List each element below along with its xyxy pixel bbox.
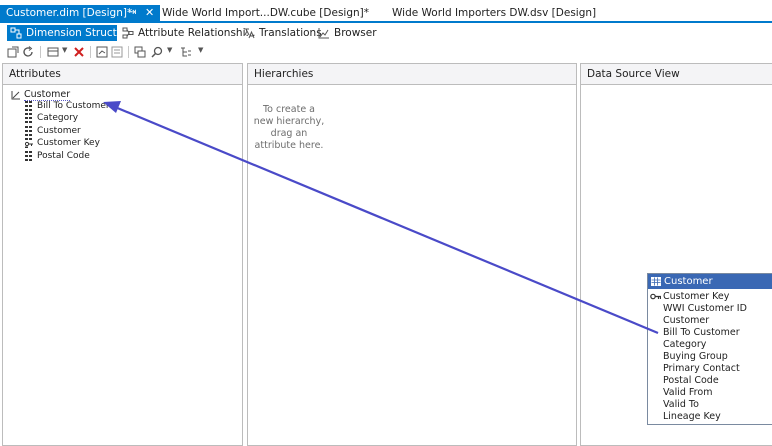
process-icon[interactable] [7,46,19,58]
attributes-pane[interactable]: Attributes Customer Bill To Customer Cat… [2,63,243,446]
hierarchies-pane[interactable]: Hierarchies To create a new hierarchy, d… [247,63,577,446]
attribute-label: Bill To Customer [37,101,110,111]
tab-translations[interactable]: Translations [240,25,322,41]
tab-attribute-relationships[interactable]: Attribute Relationshi... [119,25,256,41]
tab-dimension-structure[interactable]: Dimension Struct... [7,25,117,41]
tab-label: Customer.dim [Design]* [6,7,133,19]
tab-label: Browser [334,27,377,39]
tab-label: Translations [259,27,322,39]
zoom-icon[interactable] [151,46,163,58]
hide-table-icon[interactable] [111,46,123,58]
dimension-icon [11,91,20,100]
hint-line: drag an [270,128,308,139]
toolbar-separator [128,46,129,58]
toolbar-separator [40,46,41,58]
delete-icon[interactable] [73,46,85,58]
attribute-icon [25,151,32,161]
tab-browser[interactable]: Browser [315,25,377,41]
attributes-pane-header: Attributes [3,64,242,85]
arrange-tables-icon[interactable] [180,46,192,58]
browser-icon [318,28,329,39]
dsv-column[interactable]: Customer [663,315,709,327]
attribute-item[interactable]: Postal Code [25,150,90,162]
tab-cube-design[interactable]: Wide World Import...DW.cube [Design]* [162,5,369,21]
designer-toolbar: ▼ ▼ ▼ [0,43,772,61]
dsv-column[interactable]: Buying Group [663,351,728,363]
attribute-item[interactable]: Customer [25,125,81,137]
hierarchy-drop-hint: To create a new hierarchy, drag an attri… [248,104,330,152]
show-table-icon[interactable] [96,46,108,58]
dimension-structure-icon [10,27,22,39]
explore-data-icon[interactable] [134,46,146,58]
attribute-label: Postal Code [37,151,90,161]
dsv-table-name: Customer [664,276,713,287]
tab-dsv-design[interactable]: Wide World Importers DW.dsv [Design] [392,5,596,21]
dsv-column[interactable]: Valid From [663,387,712,399]
pin-icon[interactable]: ⇥ [128,5,136,21]
dsv-table-header[interactable]: Customer [648,274,772,289]
attribute-icon [25,101,32,111]
tab-label: Dimension Struct... [26,27,117,39]
designer-tab-bar: Dimension Struct... Attribute Relationsh… [0,23,772,43]
attribute-relationships-icon [122,27,134,39]
attribute-label: Category [37,113,79,123]
attribute-item[interactable]: Category [25,112,78,124]
dsv-column[interactable]: Valid To [663,399,699,411]
column-label: Customer Key [663,291,730,302]
dsv-column[interactable]: WWI Customer ID [663,303,747,315]
dsv-column[interactable]: Postal Code [663,375,719,387]
chevron-down-icon[interactable]: ▼ [62,46,67,54]
dsv-column[interactable]: Customer Key [650,291,730,303]
attribute-item[interactable]: Bill To Customer [25,100,110,112]
attribute-label: Customer Key [37,138,100,148]
close-icon[interactable]: ✕ [145,5,154,21]
tab-label: Attribute Relationshi... [138,27,256,39]
table-icon [651,277,661,286]
attribute-item[interactable]: Customer Key [25,137,100,149]
refresh-icon[interactable] [22,46,34,58]
toolbar-separator [90,46,91,58]
chevron-down-icon[interactable]: ▼ [167,46,172,54]
key-attribute-icon [25,138,33,148]
dsv-column[interactable]: Lineage Key [663,411,721,423]
chevron-down-icon[interactable]: ▼ [198,46,203,54]
new-attribute-icon[interactable] [47,46,59,58]
attribute-icon [25,113,32,123]
hint-line: To create a [262,104,316,115]
key-icon [650,293,661,300]
hint-line: new hierarchy, [253,116,325,127]
hierarchies-pane-header: Hierarchies [248,64,576,85]
dsv-table-customer[interactable]: Customer Customer Key WWI Customer ID Cu… [647,273,772,425]
document-tab-bar: Customer.dim [Design]* ⇥ ✕ Wide World Im… [0,0,772,23]
hint-line: attribute here. [254,140,324,151]
dsv-column[interactable]: Bill To Customer [663,327,740,339]
translations-icon [244,28,255,39]
attribute-label: Customer [37,126,81,136]
dsv-pane-header: Data Source View [581,64,772,85]
dsv-column[interactable]: Primary Contact [663,363,740,375]
attribute-icon [25,126,32,136]
dsv-column[interactable]: Category [663,339,706,351]
tab-customer-dim[interactable]: Customer.dim [Design]* ⇥ ✕ [0,5,160,22]
